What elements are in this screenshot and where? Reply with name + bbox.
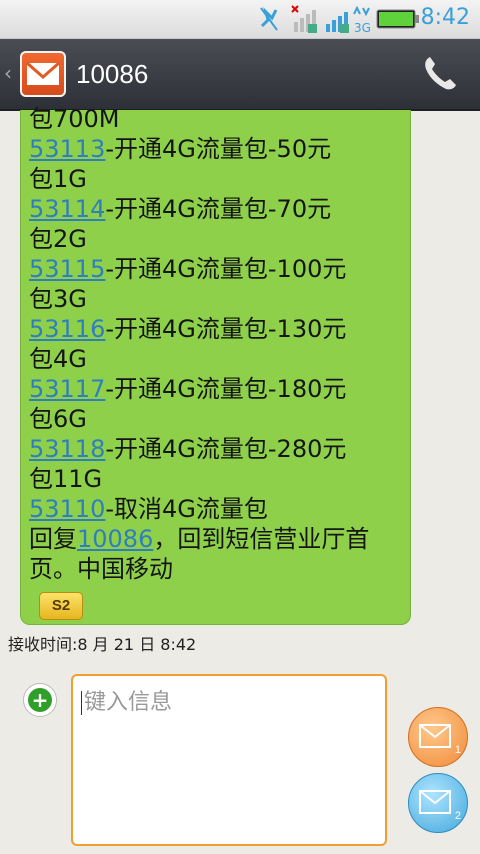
message-line-text: -开通4G流量包-180元 [105,375,347,403]
no-signal-sim1-icon [291,5,317,33]
svg-text:3G: 3G [354,21,370,34]
signal-sim2-icon: 3G [326,5,370,34]
envelope-icon [26,61,60,85]
received-timestamp: 接收时间:8 月 21 日 8:42 [8,635,197,654]
message-link[interactable]: 53114 [29,195,105,223]
envelope-icon [419,790,451,814]
message-link[interactable]: 53116 [29,315,105,343]
message-line: 页。中国移动 [29,554,405,584]
message-line-text: 页。中国移动 [29,555,173,583]
status-bar: 3G 8:42 [0,0,480,39]
sim1-label: 1 [454,744,461,756]
plus-icon: + [28,688,52,712]
message-line-text: 包6G [29,405,87,433]
contact-name: 10086 [76,59,149,89]
message-line-text: 包3G [29,285,87,313]
message-line-text: 包11G [29,465,103,493]
message-line-text: -开通4G流量包-70元 [105,195,332,223]
back-chevron-icon[interactable]: ‹ [4,61,12,85]
message-line-text: 包700M [29,105,120,133]
message-line-text: -开通4G流量包-280元 [105,435,347,463]
message-line: 53116-开通4G流量包-130元 [29,314,405,344]
attach-button[interactable]: + [23,683,57,717]
send-sim1-button[interactable]: 1 [408,707,468,767]
battery-icon [376,9,419,29]
message-line: 包4G [29,344,405,374]
message-line: 53118-开通4G流量包-280元 [29,434,405,464]
message-line-text: 包4G [29,345,87,373]
message-line: 包1G [29,164,405,194]
clock: 8:42 [420,5,470,30]
message-link[interactable]: 10086 [77,525,153,553]
message-text: 包700M 53113-开通4G流量包-50元 包1G 53114-开通4G流量包-7… [29,105,405,584]
send-sim2-button[interactable]: 2 [408,773,468,833]
message-line-text: -取消4G流量包 [105,495,268,523]
message-line-text: -开通4G流量包-130元 [105,315,347,343]
message-input[interactable]: 键入信息 [71,674,387,846]
message-line: 53110-取消4G流量包 [29,494,405,524]
message-link[interactable]: 53115 [29,255,105,283]
message-line: 包3G [29,284,405,314]
message-line: 53117-开通4G流量包-180元 [29,374,405,404]
conversation-header: ‹ 10086 [0,39,480,111]
phone-call-icon[interactable] [420,53,460,93]
contact-avatar[interactable] [20,51,66,97]
text-cursor [81,691,82,715]
sim2-label: 2 [454,810,461,822]
envelope-icon [419,724,451,748]
message-line: 回复10086，回到短信营业厅首 [29,524,405,554]
message-line: 包11G [29,464,405,494]
sim2-badge: S2 [39,592,83,620]
message-bubble[interactable]: 包700M 53113-开通4G流量包-50元 包1G 53114-开通4G流量包-7… [20,105,411,625]
message-line: 包2G [29,224,405,254]
message-line: 53115-开通4G流量包-100元 [29,254,405,284]
message-line-text: 包2G [29,225,87,253]
message-line: 53113-开通4G流量包-50元 [29,134,405,164]
message-line-text: ，回到短信营业厅首 [153,525,370,553]
message-line: 53114-开通4G流量包-70元 [29,194,405,224]
message-line-text: -开通4G流量包-50元 [105,135,332,163]
message-line-text: 包1G [29,165,87,193]
message-line: 包700M [29,104,405,134]
message-link[interactable]: 53117 [29,375,105,403]
message-link[interactable]: 53118 [29,435,105,463]
message-link[interactable]: 53113 [29,135,105,163]
message-line: 包6G [29,404,405,434]
message-line-text: 回复 [29,525,77,553]
message-link[interactable]: 53110 [29,495,105,523]
message-input-placeholder: 键入信息 [84,690,173,715]
message-line-text: -开通4G流量包-100元 [105,255,347,283]
mute-icon [260,7,278,31]
